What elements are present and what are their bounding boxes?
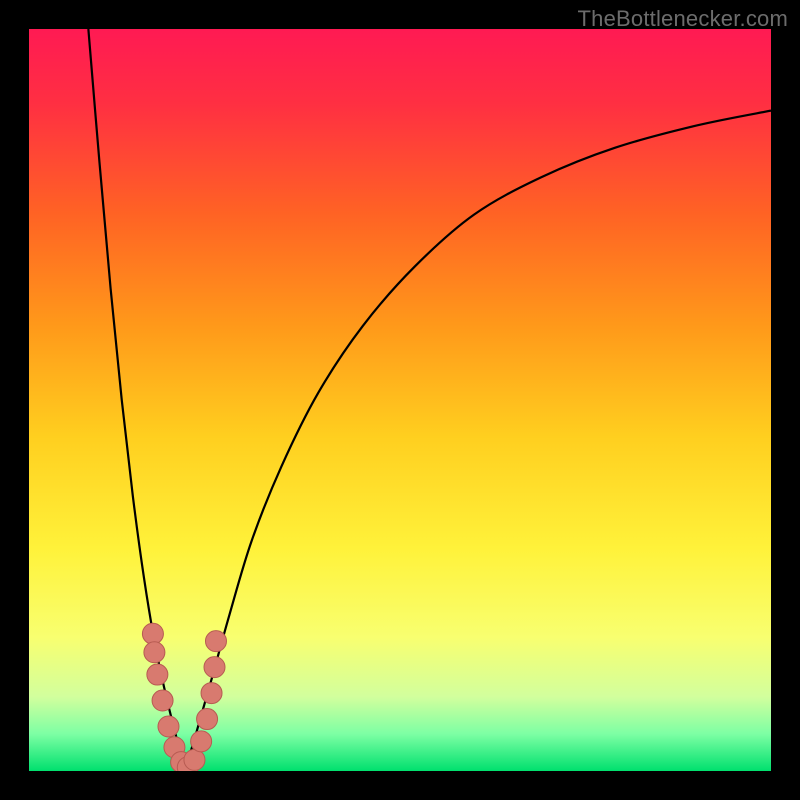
curve-layer xyxy=(29,29,771,771)
marker-point xyxy=(144,642,165,663)
marker-point xyxy=(142,623,163,644)
chart-frame: TheBottlenecker.com xyxy=(0,0,800,800)
curve-right-branch xyxy=(185,111,771,771)
watermark-text: TheBottlenecker.com xyxy=(578,6,788,32)
marker-point xyxy=(191,731,212,752)
marker-point xyxy=(147,664,168,685)
marker-point xyxy=(184,749,205,770)
marker-point xyxy=(158,716,179,737)
marker-point xyxy=(204,657,225,678)
curve-left-branch xyxy=(88,29,184,771)
plot-area xyxy=(29,29,771,771)
marker-point xyxy=(201,683,222,704)
marker-point xyxy=(205,631,226,652)
marker-point xyxy=(152,690,173,711)
marker-point xyxy=(197,709,218,730)
marker-cluster xyxy=(142,623,226,771)
